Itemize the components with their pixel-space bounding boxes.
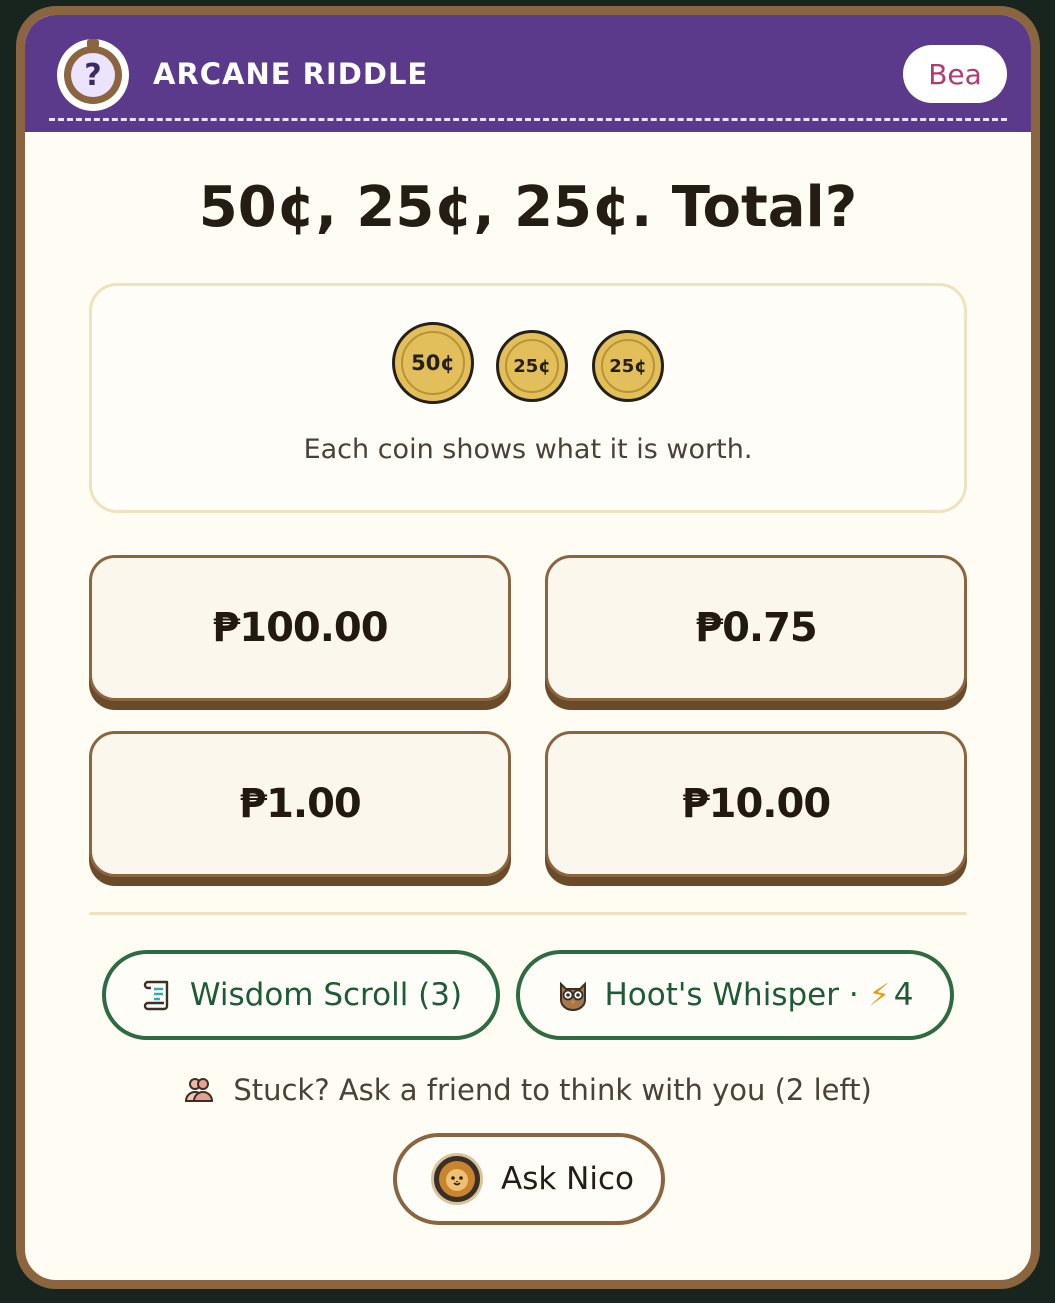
coin-panel: 50¢ 25¢ 25¢ Each coin shows what it is w…: [89, 283, 967, 513]
scroll-icon: [140, 977, 176, 1013]
wisdom-scroll-button[interactable]: Wisdom Scroll (3): [102, 950, 500, 1040]
hoots-whisper-button[interactable]: Hoot's Whisper · ⚡ 4: [516, 950, 954, 1040]
header-bar: ? ARCANE RIDDLE Bea: [25, 15, 1031, 132]
riddle-badge-icon: ?: [57, 39, 129, 111]
whisper-cost: 4: [893, 977, 914, 1013]
question-text: 50¢, 25¢, 25¢. Total?: [198, 175, 858, 240]
ask-nico-label: Ask Nico: [501, 1161, 634, 1197]
answer-option-1[interactable]: ₱100.00: [89, 555, 511, 701]
divider: [89, 912, 967, 915]
answer-option-3[interactable]: ₱1.00: [89, 731, 511, 877]
coin-25: 25¢: [496, 330, 568, 402]
riddle-card: ? ARCANE RIDDLE Bea 50¢, 25¢, 25¢. Total…: [16, 6, 1040, 1289]
coin-25: 25¢: [592, 330, 664, 402]
coin-hint: Each coin shows what it is worth.: [303, 434, 753, 465]
ask-friend-prompt: Stuck? Ask a friend to think with you (2…: [25, 1073, 1031, 1111]
question-mark-icon: ?: [71, 53, 115, 97]
lion-avatar-icon: [431, 1153, 483, 1205]
friends-icon: [184, 1074, 214, 1111]
owl-icon: [556, 978, 590, 1012]
page-title: ARCANE RIDDLE: [153, 57, 429, 91]
lightning-icon: ⚡: [868, 977, 890, 1013]
hoots-whisper-label: Hoot's Whisper ·: [604, 977, 859, 1013]
answer-option-4[interactable]: ₱10.00: [545, 731, 967, 877]
coin-row: 50¢ 25¢ 25¢: [92, 322, 964, 404]
coin-50: 50¢: [392, 322, 474, 404]
wisdom-scroll-label: Wisdom Scroll (3): [189, 977, 463, 1013]
answer-option-2[interactable]: ₱0.75: [545, 555, 967, 701]
ask-friend-text: Stuck? Ask a friend to think with you (2…: [233, 1073, 872, 1107]
ask-nico-button[interactable]: Ask Nico: [393, 1133, 665, 1225]
user-badge[interactable]: Bea: [903, 45, 1007, 103]
